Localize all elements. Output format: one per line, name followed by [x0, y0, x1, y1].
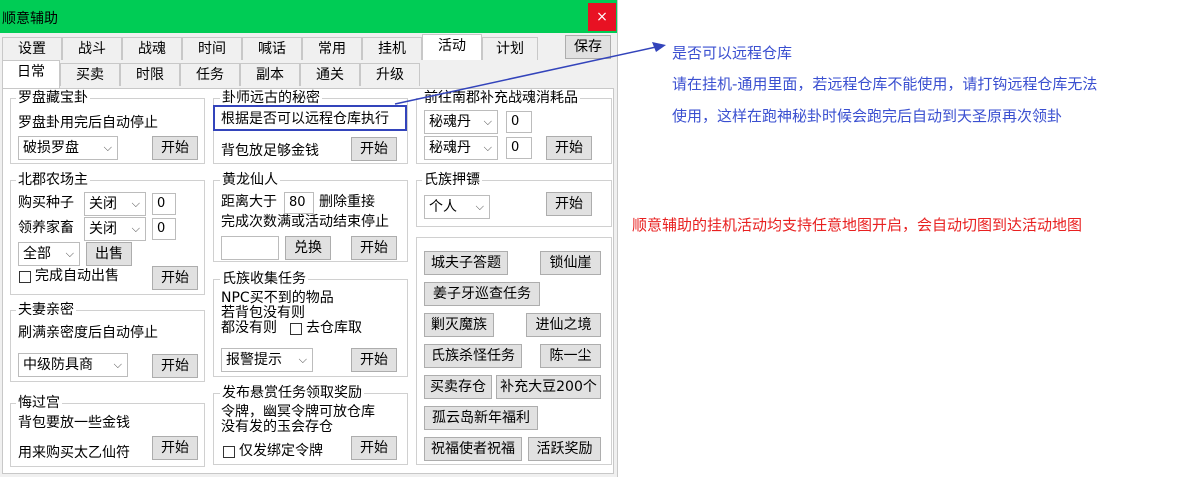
- annotation-arrow: [394, 42, 666, 105]
- annotation-line1: 请在挂机-通用里面，若远程仓库不能使用，请打钩远程仓库无法: [672, 75, 1098, 93]
- annotation-line2: 使用，这样在跑神秘卦时候会跑完后自动到天圣原再次领卦: [672, 107, 1063, 125]
- annotation-red: 顺意辅助的挂机活动均支持任意地图开启，会自动切图到达活动地图: [632, 216, 1083, 234]
- annotation-title: 是否可以远程仓库: [672, 44, 793, 62]
